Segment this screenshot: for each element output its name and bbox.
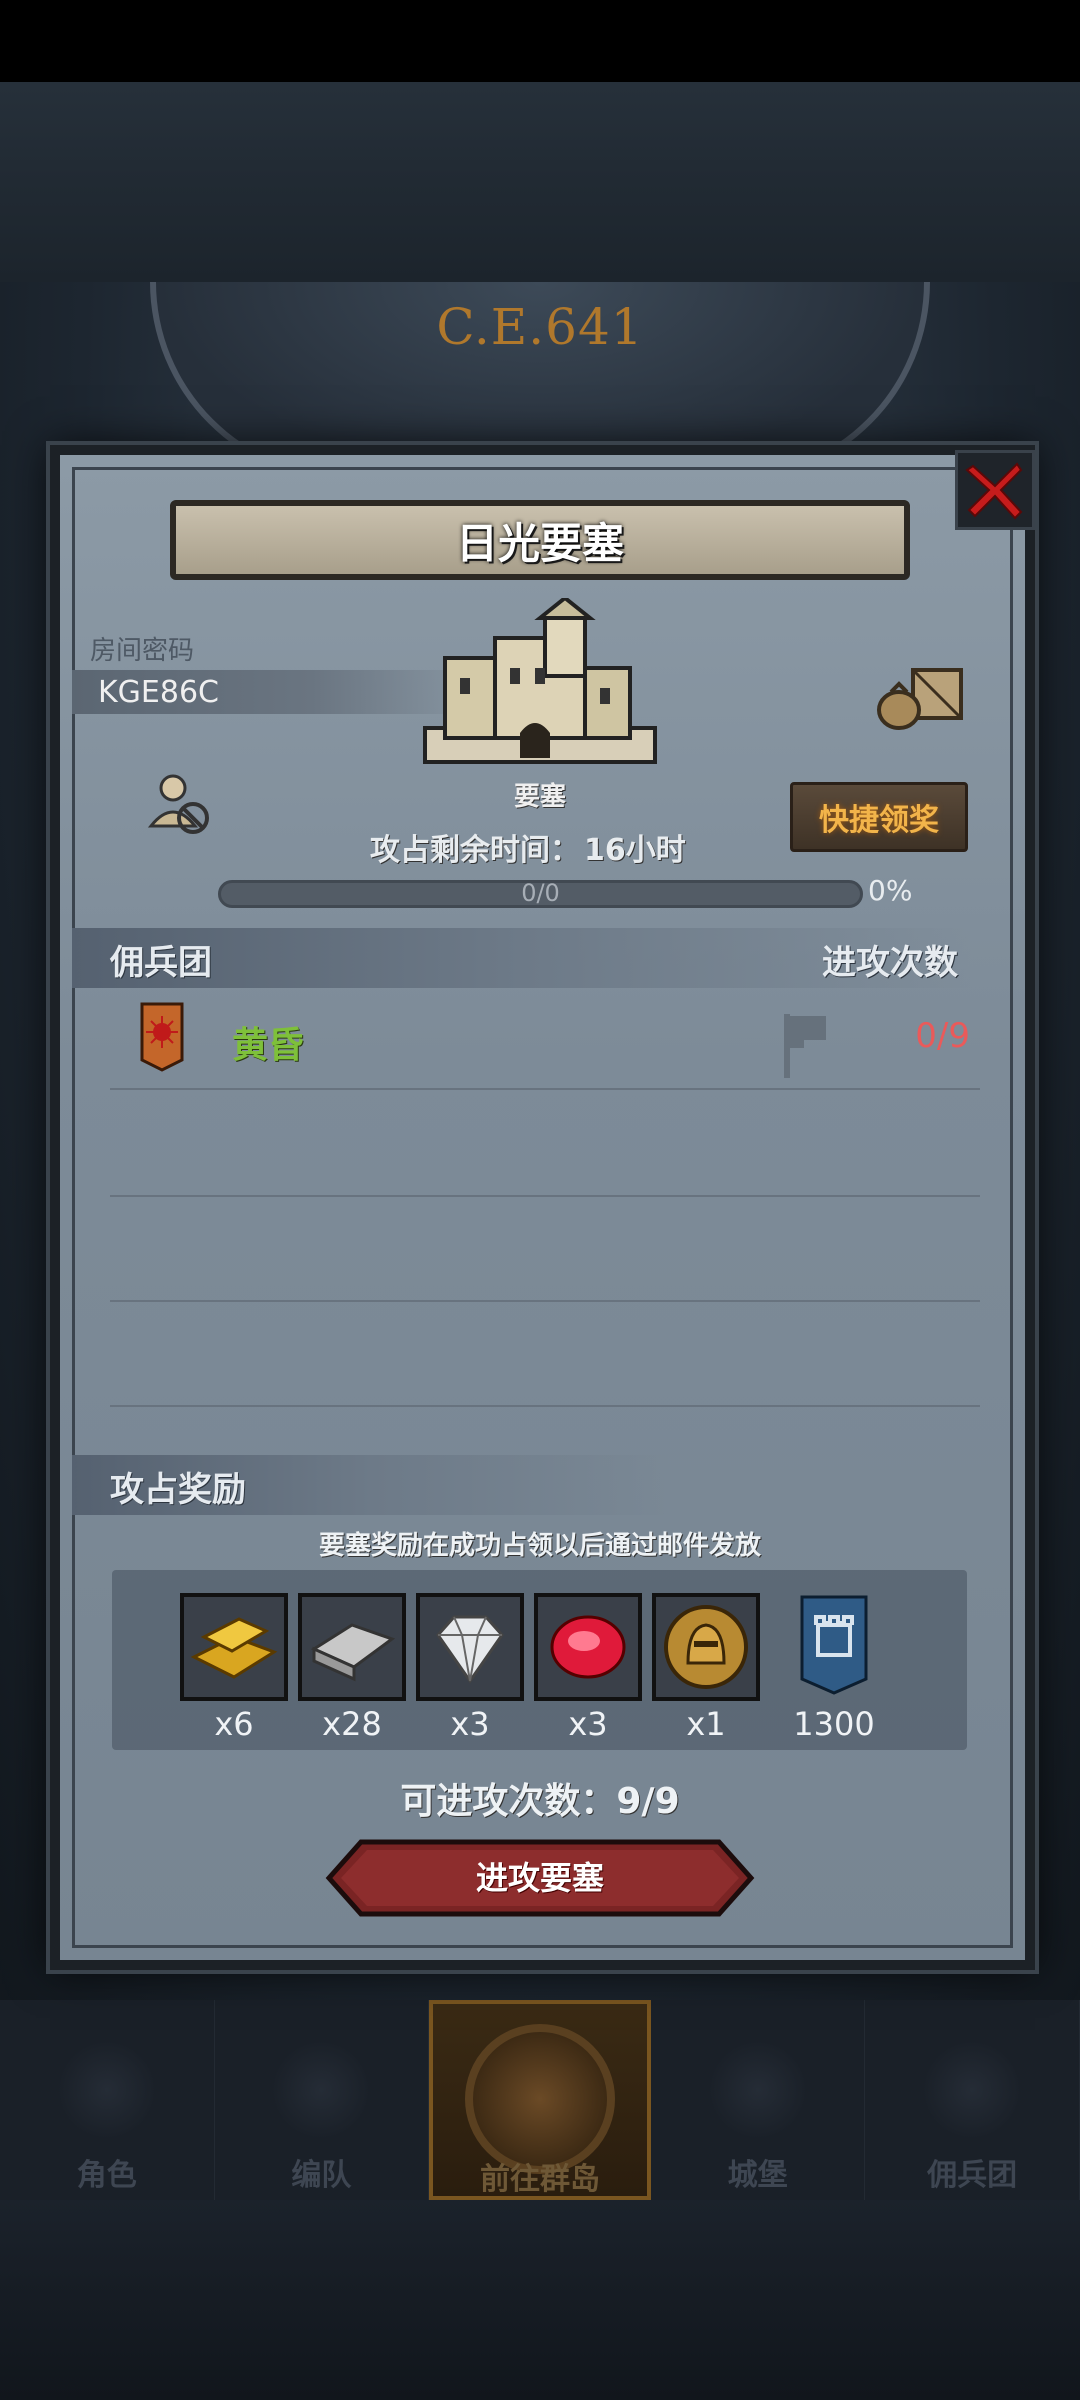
- castle-icon: [707, 2040, 808, 2140]
- close-icon: [965, 462, 1023, 520]
- mercenary-row[interactable]: 黄昏 0/9: [110, 990, 980, 1090]
- reward-count: x3: [450, 1705, 490, 1743]
- quick-claim-label: 快捷领奖: [819, 803, 939, 838]
- nav-item-character[interactable]: 角色: [0, 2000, 215, 2200]
- nav-label: 前往群岛: [479, 2162, 600, 2197]
- top-background: [0, 82, 1080, 282]
- ship-icon: [922, 2040, 1023, 2140]
- reward-count: x3: [568, 1705, 608, 1743]
- iron-ingot-icon: [310, 1623, 396, 1682]
- nav-label: 编队: [291, 2158, 352, 2193]
- close-button[interactable]: [955, 450, 1035, 530]
- reward-item[interactable]: [652, 1593, 760, 1701]
- room-code-label: 房间密码: [90, 636, 195, 666]
- reward-item[interactable]: [180, 1593, 288, 1701]
- nav-label: 城堡: [727, 2158, 788, 2193]
- mercenary-attack-count: 0/9: [915, 1016, 970, 1056]
- title-banner: 日光要塞: [170, 500, 910, 580]
- attacks-header: 进攻次数: [822, 943, 958, 983]
- list-divider: [110, 1195, 980, 1197]
- knight-medal-icon: [664, 1605, 748, 1689]
- diamond-icon: [436, 1615, 504, 1684]
- list-divider: [110, 1405, 980, 1407]
- status-bar: [0, 0, 1080, 82]
- timer-value: 16小时: [584, 833, 686, 868]
- attack-button-label: 进攻要塞: [475, 1859, 604, 1897]
- capture-progress-bar: 0/0: [218, 879, 863, 908]
- nav-item-mercenary[interactable]: 佣兵团: [865, 2000, 1080, 2200]
- nav-label: 佣兵团: [927, 2158, 1018, 2193]
- fortress-icon: [423, 598, 657, 764]
- ruby-icon: [550, 1615, 626, 1679]
- loot-bag-icon[interactable]: [875, 660, 965, 730]
- room-code: KGE86C: [98, 675, 219, 710]
- globe-icon: [464, 2024, 615, 2174]
- reward-count: 1300: [793, 1705, 875, 1743]
- mercenary-section-title: 佣兵团: [110, 943, 212, 983]
- reward-item[interactable]: [534, 1593, 642, 1701]
- capture-timer: 攻占剩余时间： 16小时: [370, 825, 686, 869]
- reward-count: x1: [686, 1705, 726, 1743]
- nav-item-islands[interactable]: 前往群岛: [429, 2000, 651, 2200]
- reward-item[interactable]: [416, 1593, 524, 1701]
- timer-prefix: 攻占剩余时间：: [370, 833, 580, 868]
- nav-label: 角色: [76, 2158, 137, 2193]
- reward-count: x28: [322, 1705, 382, 1743]
- flag-icon: [784, 1014, 826, 1078]
- era-text: C.E.641: [436, 298, 644, 356]
- no-member-icon[interactable]: [145, 770, 215, 840]
- dialog-title: 日光要塞: [455, 518, 624, 568]
- reward-item[interactable]: [298, 1593, 406, 1701]
- helmet-icon: [271, 2040, 372, 2140]
- reward-count: x6: [214, 1705, 254, 1743]
- bottom-nav: 角色 编队 前往群岛 城堡 佣兵团: [0, 2000, 1080, 2200]
- nav-item-castle[interactable]: 城堡: [651, 2000, 866, 2200]
- building-label: 要塞: [513, 782, 566, 812]
- progress-text: 0/0: [521, 879, 560, 907]
- reward-section-title: 攻占奖励: [110, 1470, 246, 1510]
- bottom-background: [0, 2200, 1080, 2400]
- guild-banner-icon: [140, 1002, 184, 1072]
- mercenary-name: 黄昏: [232, 1025, 305, 1066]
- gold-bar-icon: [190, 1617, 278, 1679]
- knight-icon: [56, 2040, 157, 2140]
- fortress-badge-icon[interactable]: [800, 1595, 868, 1695]
- reward-note: 要塞奖励在成功占领以后通过邮件发放: [318, 1531, 761, 1561]
- nav-item-formation[interactable]: 编队: [215, 2000, 430, 2200]
- progress-percent: 0%: [868, 874, 913, 907]
- list-divider: [110, 1300, 980, 1302]
- attacks-remaining: 可进攻次数：9/9: [400, 1781, 680, 1822]
- quick-claim-button[interactable]: 快捷领奖: [790, 782, 968, 852]
